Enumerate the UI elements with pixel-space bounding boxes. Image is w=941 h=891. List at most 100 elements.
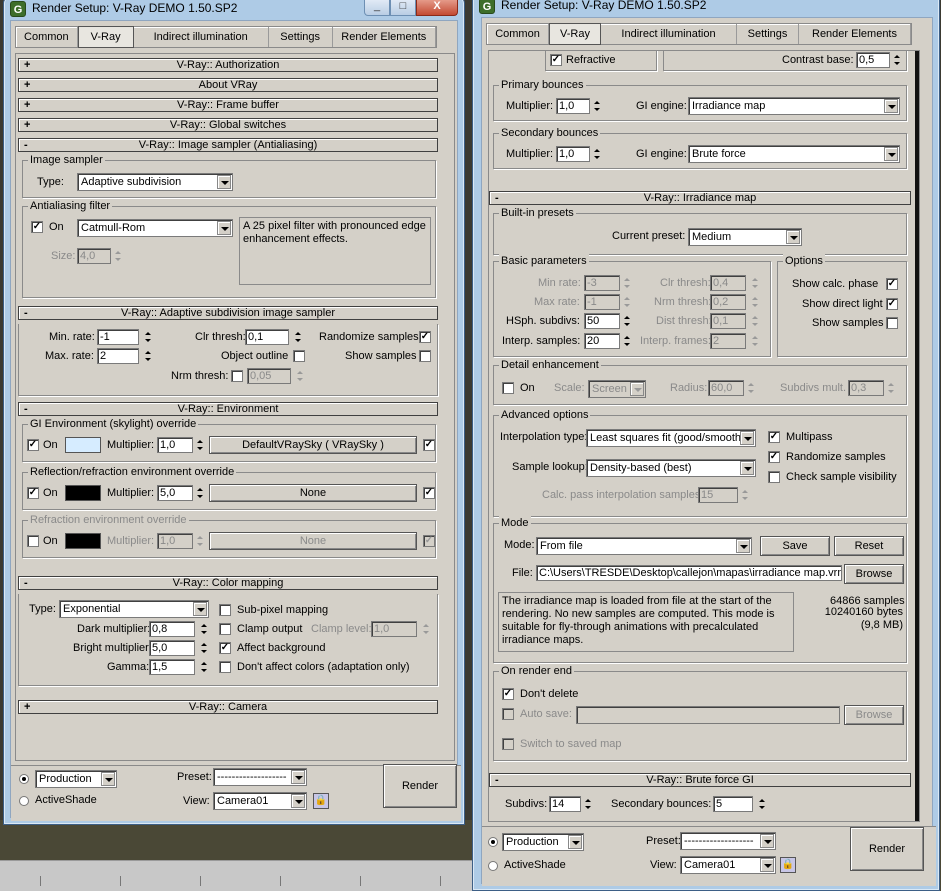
gi-multiplier-spinner[interactable]: [195, 437, 205, 453]
subpixel-checkbox[interactable]: [219, 604, 231, 616]
interp-frames-field[interactable]: 2: [710, 333, 746, 349]
production-dropdown[interactable]: Production: [35, 770, 117, 788]
refl-env-on-checkbox[interactable]: ✓: [27, 487, 39, 499]
rollout-irradiance-map[interactable]: - V-Ray:: Irradiance map: [489, 191, 911, 205]
render-button[interactable]: Render: [383, 764, 457, 808]
dist-thresh-spinner[interactable]: [750, 313, 760, 329]
title-bar[interactable]: G Render Setup: V-Ray DEMO 1.50.SP2: [473, 0, 939, 17]
rollout-authorization[interactable]: + V-Ray:: Authorization: [18, 58, 438, 72]
title-bar[interactable]: G Render Setup: V-Ray DEMO 1.50.SP2 _ □ …: [4, 0, 464, 20]
mode-dropdown[interactable]: From file: [536, 537, 752, 555]
switch-to-saved-checkbox[interactable]: [502, 738, 514, 750]
rollout-global-switches[interactable]: + V-Ray:: Global switches: [18, 118, 438, 132]
dark-multiplier-field[interactable]: 0,8: [149, 621, 195, 637]
production-dropdown[interactable]: Production: [502, 833, 584, 851]
multipass-checkbox[interactable]: ✓: [768, 431, 780, 443]
refr-multiplier-field[interactable]: 1,0: [157, 533, 193, 549]
refl-map-checkbox[interactable]: ✓: [423, 487, 435, 499]
refr-multiplier-spinner[interactable]: [195, 533, 205, 549]
detail-on-checkbox[interactable]: [502, 382, 514, 394]
randomize-samples-checkbox[interactable]: ✓: [419, 331, 431, 343]
preset-dropdown[interactable]: -------------------: [213, 768, 307, 786]
preset-dropdown[interactable]: -------------------: [680, 832, 776, 850]
rollout-scrollbar[interactable]: [915, 51, 919, 821]
radius-field[interactable]: 60,0: [708, 380, 744, 396]
dark-multiplier-spinner[interactable]: [199, 621, 209, 637]
gamma-field[interactable]: 1,5: [149, 659, 195, 675]
refractive-checkbox[interactable]: ✓: [550, 54, 562, 66]
production-radio[interactable]: [488, 837, 498, 847]
clr-thresh-field[interactable]: 0,4: [710, 275, 746, 291]
brute-subdivs-field[interactable]: 14: [549, 796, 581, 812]
object-outline-checkbox[interactable]: [293, 350, 305, 362]
aa-filter-on-checkbox[interactable]: ✓: [31, 221, 43, 233]
gi-map-checkbox[interactable]: ✓: [423, 439, 435, 451]
tab-settings[interactable]: Settings: [269, 27, 333, 47]
view-dropdown[interactable]: Camera01: [213, 792, 307, 810]
current-preset-dropdown[interactable]: Medium: [688, 228, 802, 246]
clamp-output-checkbox[interactable]: [219, 623, 231, 635]
refl-multiplier-spinner[interactable]: [195, 485, 205, 501]
rollout-brute-force-gi[interactable]: - V-Ray:: Brute force GI: [489, 773, 911, 787]
gi-env-on-checkbox[interactable]: ✓: [27, 439, 39, 451]
size-spinner[interactable]: [113, 248, 123, 264]
refr-color-swatch[interactable]: [65, 533, 101, 549]
calc-pass-field[interactable]: 15: [698, 487, 738, 503]
rollout-frame-buffer[interactable]: + V-Ray:: Frame buffer: [18, 98, 438, 112]
dont-affect-colors-checkbox[interactable]: [219, 661, 231, 673]
refl-multiplier-field[interactable]: 5,0: [157, 485, 193, 501]
clamp-level-spinner[interactable]: [421, 621, 431, 637]
rollout-adaptive-subdivision[interactable]: - V-Ray:: Adaptive subdivision image samp…: [18, 306, 438, 320]
refr-map-button[interactable]: None: [209, 532, 417, 550]
lock-icon[interactable]: 🔒: [313, 793, 329, 809]
primary-multiplier-field[interactable]: 1,0: [556, 98, 590, 114]
calc-pass-spinner[interactable]: [740, 487, 750, 503]
rollout-environment[interactable]: - V-Ray:: Environment: [18, 402, 438, 416]
check-visibility-checkbox[interactable]: [768, 471, 780, 483]
tab-common[interactable]: Common: [487, 24, 549, 44]
contrast-base-spinner[interactable]: [892, 52, 902, 68]
nrm-thresh-field[interactable]: 0,2: [710, 294, 746, 310]
aa-filter-dropdown[interactable]: Catmull-Rom: [77, 219, 233, 237]
refr-map-checkbox[interactable]: ✓: [423, 535, 435, 547]
dont-delete-checkbox[interactable]: ✓: [502, 688, 514, 700]
gi-multiplier-field[interactable]: 1,0: [157, 437, 193, 453]
refl-color-swatch[interactable]: [65, 485, 101, 501]
primary-multiplier-spinner[interactable]: [592, 98, 602, 114]
tab-common[interactable]: Common: [16, 27, 78, 47]
color-mapping-type-dropdown[interactable]: Exponential: [59, 600, 209, 618]
brute-subdivs-spinner[interactable]: [583, 796, 593, 812]
close-button[interactable]: X: [416, 0, 458, 16]
tab-vray[interactable]: V-Ray: [549, 23, 601, 45]
clr-thresh-field[interactable]: 0,1: [245, 329, 289, 345]
min-rate-spinner[interactable]: [622, 275, 632, 291]
subdivs-mult-field[interactable]: 0,3: [848, 380, 884, 396]
nrm-thresh-checkbox[interactable]: [231, 370, 243, 382]
secondary-multiplier-field[interactable]: 1,0: [556, 146, 590, 162]
radius-spinner[interactable]: [746, 380, 756, 396]
gi-map-button[interactable]: DefaultVRaySky ( VRaySky ): [209, 436, 417, 454]
subdivs-mult-spinner[interactable]: [886, 380, 896, 396]
secondary-gi-engine-dropdown[interactable]: Brute force: [688, 145, 900, 163]
nrm-thresh-spinner[interactable]: [750, 294, 760, 310]
view-dropdown[interactable]: Camera01: [680, 856, 776, 874]
max-rate-spinner[interactable]: [143, 348, 153, 364]
size-field[interactable]: 4,0: [77, 248, 111, 264]
tab-indirect-illumination[interactable]: Indirect illumination: [134, 27, 269, 47]
activeshade-radio[interactable]: [19, 796, 29, 806]
max-rate-spinner[interactable]: [622, 294, 632, 310]
tab-indirect-illumination[interactable]: Indirect illumination: [601, 24, 737, 44]
secondary-bounces-spinner[interactable]: [757, 796, 767, 812]
affect-background-checkbox[interactable]: ✓: [219, 642, 231, 654]
lock-icon[interactable]: 🔒: [780, 857, 796, 873]
production-radio[interactable]: [19, 774, 29, 784]
rollout-color-mapping[interactable]: - V-Ray:: Color mapping: [18, 576, 438, 590]
show-direct-light-checkbox[interactable]: ✓: [886, 298, 898, 310]
auto-save-checkbox[interactable]: [502, 708, 514, 720]
interp-frames-spinner[interactable]: [750, 333, 760, 349]
file-path-field[interactable]: C:\Users\TRESDE\Desktop\callejon\mapas\i…: [536, 565, 842, 581]
max-rate-field[interactable]: -1: [584, 294, 620, 310]
bright-multiplier-field[interactable]: 5,0: [149, 640, 195, 656]
tab-vray[interactable]: V-Ray: [77, 26, 134, 48]
reset-button[interactable]: Reset: [834, 536, 904, 556]
